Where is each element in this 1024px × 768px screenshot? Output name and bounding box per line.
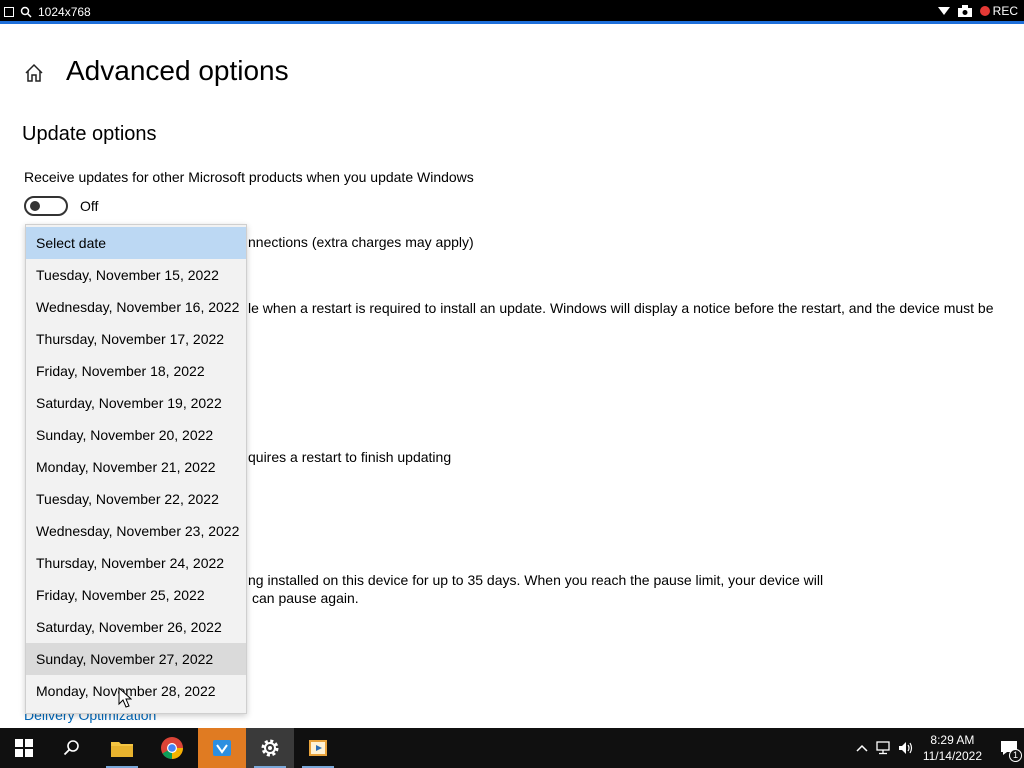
start-button[interactable]	[0, 728, 48, 768]
clock-time: 8:29 AM	[930, 733, 975, 747]
dropdown-item-select-date[interactable]: Select date	[26, 227, 246, 259]
receive-updates-toggle[interactable]	[24, 196, 68, 216]
pause-again-text: can pause again.	[252, 590, 359, 606]
restart-notice-text: le when a restart is required to install…	[248, 300, 994, 316]
file-explorer-icon	[111, 742, 133, 757]
recorder-left: 1024x768	[4, 5, 91, 19]
dropdown-item[interactable]: Monday, November 28, 2022	[26, 675, 246, 707]
notification-count: 1	[1009, 749, 1022, 762]
pause-updates-text: ng installed on this device for up to 35…	[248, 572, 824, 588]
toggle-knob	[30, 201, 40, 211]
page-title: Advanced options	[66, 55, 289, 86]
windows-start-icon	[15, 739, 33, 757]
dropdown-item[interactable]: Thursday, November 24, 2022	[26, 547, 246, 579]
search-icon	[63, 740, 79, 756]
clock-date: 11/14/2022	[922, 749, 982, 763]
settings-page: Advanced options Update options Receive …	[0, 27, 1024, 728]
resolution-text: 1024x768	[38, 5, 91, 19]
receive-updates-label: Receive updates for other Microsoft prod…	[24, 169, 474, 185]
rec-label: REC	[992, 4, 1018, 18]
dropdown-item[interactable]: Thursday, November 17, 2022	[26, 323, 246, 355]
chrome-icon	[161, 737, 183, 759]
media-app-icon	[309, 740, 327, 756]
show-hidden-icons[interactable]	[851, 728, 873, 768]
volume-button[interactable]	[895, 728, 917, 768]
pause-date-dropdown[interactable]: Select date Tuesday, November 15, 2022 W…	[25, 224, 247, 714]
settings-button[interactable]	[246, 728, 294, 768]
camera-icon[interactable]	[957, 5, 972, 17]
chevron-down-icon[interactable]	[937, 7, 950, 15]
dropdown-item[interactable]: Friday, November 25, 2022	[26, 579, 246, 611]
home-icon[interactable]	[24, 63, 44, 83]
magnifier-icon[interactable]	[20, 6, 32, 18]
clock[interactable]: 8:29 AM 11/14/2022	[923, 732, 982, 764]
file-explorer-button[interactable]	[98, 728, 146, 768]
dropdown-item[interactable]: Tuesday, November 15, 2022	[26, 259, 246, 291]
dropdown-item[interactable]: Wednesday, November 16, 2022	[26, 291, 246, 323]
system-tray: 8:29 AM 11/14/2022 1	[851, 728, 1024, 768]
window-icon[interactable]	[4, 7, 14, 17]
dropdown-item[interactable]: Wednesday, November 23, 2022	[26, 515, 246, 547]
dropdown-item[interactable]: Saturday, November 26, 2022	[26, 611, 246, 643]
record-dot-icon	[979, 6, 990, 16]
metered-connections-text: nnections (extra charges may apply)	[248, 234, 474, 250]
toggle-state-label: Off	[80, 198, 99, 214]
dropdown-item[interactable]: Tuesday, November 22, 2022	[26, 483, 246, 515]
taskbar: 8:29 AM 11/14/2022 1	[0, 728, 1024, 768]
section-title: Update options	[22, 123, 157, 145]
network-icon	[876, 741, 890, 755]
mouse-cursor-icon	[118, 687, 132, 708]
rec-indicator[interactable]: REC	[979, 4, 1018, 18]
dropdown-item[interactable]: Sunday, November 20, 2022	[26, 419, 246, 451]
accent-line	[0, 21, 1024, 24]
pinned-app-button[interactable]	[198, 728, 246, 768]
chrome-button[interactable]	[148, 728, 196, 768]
notification-center-button[interactable]: 1	[994, 728, 1024, 768]
restart-required-text: quires a restart to finish updating	[248, 449, 452, 465]
dropdown-item[interactable]: Friday, November 18, 2022	[26, 355, 246, 387]
dropdown-item[interactable]: Saturday, November 19, 2022	[26, 387, 246, 419]
recorder-right: REC	[937, 4, 1018, 18]
search-button[interactable]	[48, 728, 96, 768]
dropdown-item-hovered[interactable]: Sunday, November 27, 2022	[26, 643, 246, 675]
media-app-button[interactable]	[294, 728, 342, 768]
recorder-bar: 1024x768 REC	[0, 0, 1024, 24]
chevron-up-icon	[856, 744, 868, 752]
dropdown-item[interactable]: Monday, November 21, 2022	[26, 451, 246, 483]
settings-icon	[261, 739, 279, 757]
network-button[interactable]	[873, 728, 895, 768]
app-icon	[213, 740, 231, 756]
volume-icon	[898, 742, 912, 754]
